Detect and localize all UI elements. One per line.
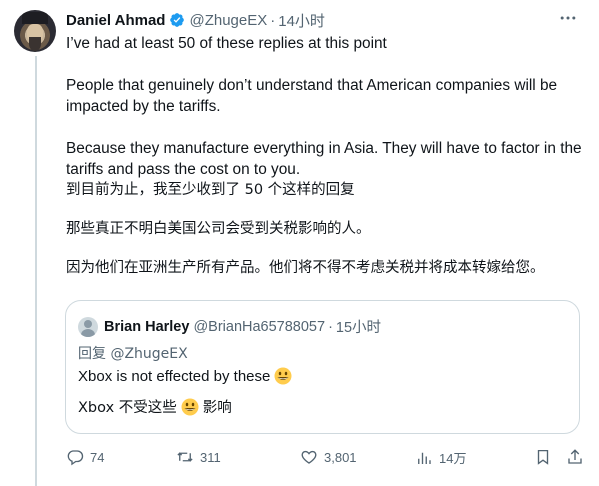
tweet-paragraph-3: Because they manufacture everything in A… [66,140,582,178]
views-button[interactable]: 14万 [415,448,466,467]
retweet-button[interactable]: 311 [176,448,221,466]
tweet-body: I’ve had at least 50 of these replies at… [66,33,586,279]
translation-paragraph-2: 那些真正不明白美国公司会受到关税影响的人。 [66,221,371,237]
tweet-paragraph-2: People that genuinely don’t understand t… [66,77,558,115]
more-dots-icon[interactable] [557,8,579,28]
quote-author-handle[interactable]: @BrianHa65788057 [193,319,325,335]
retweet-icon [177,452,193,462]
share-icon [568,449,582,464]
quote-reply-context: 回复 @ZhugeEX [78,343,188,363]
quoted-tweet[interactable]: Brian Harley @BrianHa65788057 · 15小时 回复 … [65,300,580,434]
quote-text-content: Xbox is not effected by these [78,367,271,385]
like-count: 3,801 [324,449,357,465]
separator-dot: · [270,11,276,29]
quote-translation-before: Xbox 不受这些 [78,400,177,416]
bookmark-icon [537,449,549,465]
quote-time[interactable]: 15小时 [336,316,381,337]
translation-paragraph-3: 因为他们在亚洲生产所有产品。他们将不得不考虑关税并将成本转嫁给您。 [66,260,545,276]
views-count: 14万 [439,451,467,466]
share-button[interactable] [566,448,584,466]
grinning-face-emoji-icon [181,398,199,415]
author-name[interactable]: Daniel Ahmad [66,12,165,29]
views-bar-chart-icon [418,452,431,464]
quote-text: Xbox is not effected by these [78,367,296,385]
reply-count: 74 [90,449,105,465]
bookmark-button[interactable] [534,448,552,466]
grinning-face-emoji-icon [274,367,292,385]
thread-line [35,56,37,486]
heart-icon [301,450,317,464]
tweet-time[interactable]: 14小时 [278,10,325,31]
reply-bubble-icon [67,450,84,466]
verified-badge-icon [170,13,185,27]
author-avatar[interactable] [14,10,56,52]
quote-author-name[interactable]: Brian Harley [104,319,189,335]
author-handle[interactable]: @ZhugeEX [189,12,267,29]
reply-button[interactable]: 74 [66,448,104,466]
quote-avatar[interactable] [78,316,98,337]
reply-mention-link[interactable]: @ZhugeEX [110,346,187,362]
quote-translation-after: 影响 [202,400,232,416]
translation-paragraph-1: 到目前为止，我至少收到了 50 个这样的回复 [66,182,355,198]
tweet-paragraph-1: I’ve had at least 50 of these replies at… [66,35,387,52]
retweet-count: 311 [200,449,221,465]
action-bar: 74 311 3,801 14万 [66,448,586,470]
quote-translation: Xbox 不受这些 影响 [78,396,232,417]
quote-separator-dot: · [328,318,333,335]
reply-prefix: 回复 [78,346,106,362]
quote-header: Brian Harley @BrianHa65788057 · 15小时 [78,316,381,337]
like-button[interactable]: 3,801 [300,448,357,466]
tweet-header: Daniel Ahmad @ZhugeEX · 14小时 [66,10,325,30]
tweet[interactable]: Daniel Ahmad @ZhugeEX · 14小时 I’ve had at… [0,0,599,486]
